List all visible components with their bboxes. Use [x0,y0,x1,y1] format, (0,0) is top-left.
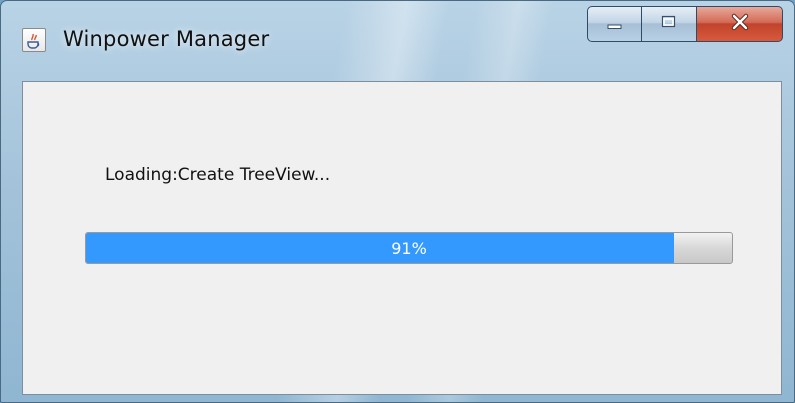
close-button[interactable] [697,6,783,42]
minimize-button[interactable] [587,6,642,42]
maximize-icon [660,14,678,34]
java-cup-icon[interactable] [22,28,46,52]
loading-status-text: Loading:Create TreeView... [105,165,331,185]
minimize-icon [606,15,624,34]
client-area: Loading:Create TreeView... 91% [22,81,782,395]
progress-bar: 91% [85,232,733,264]
progress-percent-label: 91% [391,238,427,258]
close-icon [730,13,750,35]
title-bar[interactable]: Winpower Manager [1,1,794,75]
loader-window: Winpower Manager Loading:Create TreeView… [0,0,795,403]
window-title: Winpower Manager [63,27,270,51]
maximize-button[interactable] [642,6,697,42]
caption-buttons [587,6,783,44]
